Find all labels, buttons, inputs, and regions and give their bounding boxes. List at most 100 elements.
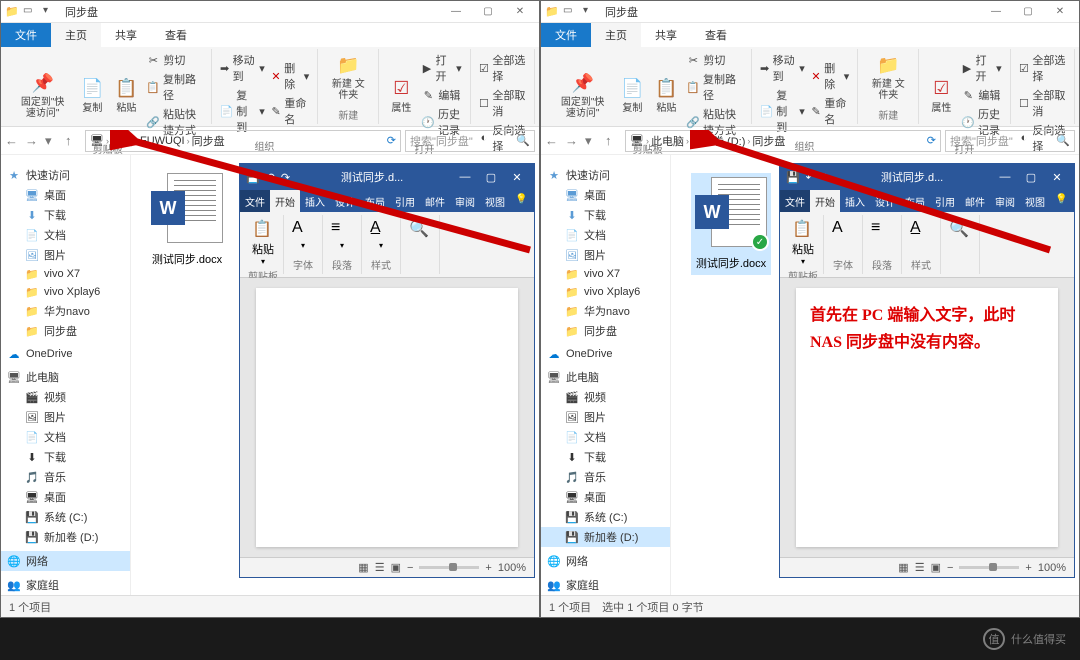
sidebar-item[interactable]: 🖥桌面 [1,185,130,205]
view-icon[interactable]: ☰ [915,561,925,574]
styles-group[interactable]: A̲ [907,217,935,243]
selectnone-button[interactable]: ☐全部取消 [1017,86,1068,120]
edit-button[interactable]: ✎编辑 [419,86,463,104]
word-tab[interactable]: 插入 [300,190,330,212]
selectall-button[interactable]: ☑全部选择 [477,51,528,85]
homegroup[interactable]: 👥家庭组 [1,575,130,595]
minimize-button[interactable]: ― [454,171,476,184]
paste-button[interactable]: 📋粘贴 [650,75,682,116]
sidebar-item[interactable]: 🎵音乐 [541,467,670,487]
tab-share[interactable]: 共享 [641,23,691,47]
tab-home[interactable]: 主页 [591,23,641,47]
sidebar-item[interactable]: 🖥桌面 [541,487,670,507]
view-icon[interactable]: ▦ [898,561,908,574]
close-button[interactable]: ✕ [505,2,535,22]
breadcrumb-part[interactable]: 同步盘 [192,133,225,149]
sidebar-item[interactable]: ⬇下载 [541,205,670,225]
copyto-button[interactable]: 📄复制到▾ [218,86,267,136]
word-tab-home[interactable]: 开始 [270,190,300,212]
word-tab[interactable]: 邮件 [960,190,990,212]
properties-button[interactable]: ☑属性 [925,75,957,116]
rename-button[interactable]: ✎重命名 [809,94,852,128]
close-button[interactable]: ✕ [506,171,528,184]
sidebar-item[interactable]: 🖼图片 [1,245,130,265]
file-list[interactable]: W 测试同步.docx 💾↶↷ 测试同步.d... ―▢✕ 文件 开始 插入 设… [131,155,539,595]
recent-dropdown[interactable]: ▾ [585,133,601,149]
sidebar-item[interactable]: ⬇下载 [1,447,130,467]
forward-button[interactable]: → [565,133,581,149]
back-button[interactable]: ← [545,133,561,149]
font-group[interactable]: A▾ [289,217,317,252]
zoom-in[interactable]: + [1025,562,1031,574]
sidebar-item[interactable]: 🖼图片 [541,245,670,265]
newfolder-button[interactable]: 📁新建 文件夹 [324,51,372,103]
rename-button[interactable]: ✎重命名 [269,94,312,128]
quick-access[interactable]: ★快速访问 [541,165,670,185]
undo-icon[interactable]: ↶ [266,171,275,184]
search-input[interactable]: 搜索"同步盘"🔍 [405,130,535,152]
sidebar-item[interactable]: ⬇下载 [1,205,130,225]
selectall-button[interactable]: ☑全部选择 [1017,51,1068,85]
breadcrumb-part[interactable]: 网络 [111,133,133,149]
sidebar-item[interactable]: 📁同步盘 [541,321,670,341]
word-document-area[interactable] [240,278,534,557]
sidebar-item[interactable]: 📄文档 [1,427,130,447]
sidebar-item[interactable]: 🖥桌面 [541,185,670,205]
breadcrumb[interactable]: 🖥› 此电脑› 新加卷 (D:)› 同步盘 ⟳ [625,130,941,152]
sidebar-item[interactable]: 🖥桌面 [1,487,130,507]
open-button[interactable]: ▶打开▾ [959,51,1003,85]
word-tab[interactable]: 设计 [870,190,900,212]
sidebar-item[interactable]: 🎵音乐 [1,467,130,487]
paragraph-group[interactable]: ≡▾ [328,217,356,252]
maximize-button[interactable]: ▢ [1013,2,1043,22]
sidebar-item[interactable]: 📁vivo X7 [541,265,670,283]
search-input[interactable]: 搜索"同步盘"🔍 [945,130,1075,152]
back-button[interactable]: ← [5,133,21,149]
breadcrumb-part[interactable]: 新加卷 (D:) [691,133,745,149]
sidebar-item[interactable]: 💾系统 (C:) [1,507,130,527]
sidebar-item[interactable]: 📄文档 [541,427,670,447]
refresh-button[interactable]: ⟳ [387,134,396,147]
zoom-slider[interactable] [959,566,1019,569]
qat-btn[interactable]: ▭ [563,5,577,19]
network[interactable]: 🌐网络 [541,551,670,571]
onedrive[interactable]: ☁OneDrive [541,345,670,363]
forward-button[interactable]: → [25,133,41,149]
sidebar-item[interactable]: 📄文档 [541,225,670,245]
network[interactable]: 🌐网络 [1,551,130,571]
paragraph-group[interactable]: ≡ [868,217,896,243]
word-tell-me[interactable]: 💡 [1050,190,1072,212]
paste-button[interactable]: 📋粘贴▾ [788,217,818,268]
view-icon[interactable]: ☰ [375,561,385,574]
selectnone-button[interactable]: ☐全部取消 [477,86,528,120]
moveto-button[interactable]: ➡移动到▾ [218,51,267,85]
delete-button[interactable]: ✕删除▾ [269,59,312,93]
homegroup[interactable]: 👥家庭组 [541,575,670,595]
moveto-button[interactable]: ➡移动到▾ [758,51,807,85]
maximize-button[interactable]: ▢ [480,171,502,184]
copypath-button[interactable]: 📋复制路径 [684,70,744,104]
redo-icon[interactable]: ↷ [821,171,830,184]
find-button[interactable]: 🔍 [946,217,974,243]
pin-button[interactable]: 📌固定到"快 速访问" [551,69,614,121]
sidebar-item[interactable]: 📁同步盘 [1,321,130,341]
zoom-in[interactable]: + [485,562,491,574]
delete-button[interactable]: ✕删除▾ [809,59,852,93]
word-tell-me[interactable]: 💡 [510,190,532,212]
word-document-area[interactable]: 首先在 PC 端输入文字，此时 NAS 同步盘中没有内容。 [780,278,1074,557]
paste-button[interactable]: 📋粘贴 [110,75,142,116]
zoom-level[interactable]: 100% [1038,562,1066,574]
undo-icon[interactable]: ↶ [806,171,815,184]
word-tab[interactable]: 邮件 [420,190,450,212]
qat-dropdown[interactable]: ▾ [43,5,57,19]
sidebar-item[interactable]: 🎬视频 [1,387,130,407]
copy-button[interactable]: 📄复制 [616,75,648,116]
file-item[interactable]: W 测试同步.docx [151,173,223,267]
cut-button[interactable]: ✂剪切 [144,51,204,69]
word-tab[interactable]: 设计 [330,190,360,212]
word-tab[interactable]: 视图 [1020,190,1050,212]
up-button[interactable]: ↑ [605,133,621,149]
redo-icon[interactable]: ↷ [281,171,290,184]
copy-button[interactable]: 📄复制 [76,75,108,116]
tab-view[interactable]: 查看 [691,23,741,47]
